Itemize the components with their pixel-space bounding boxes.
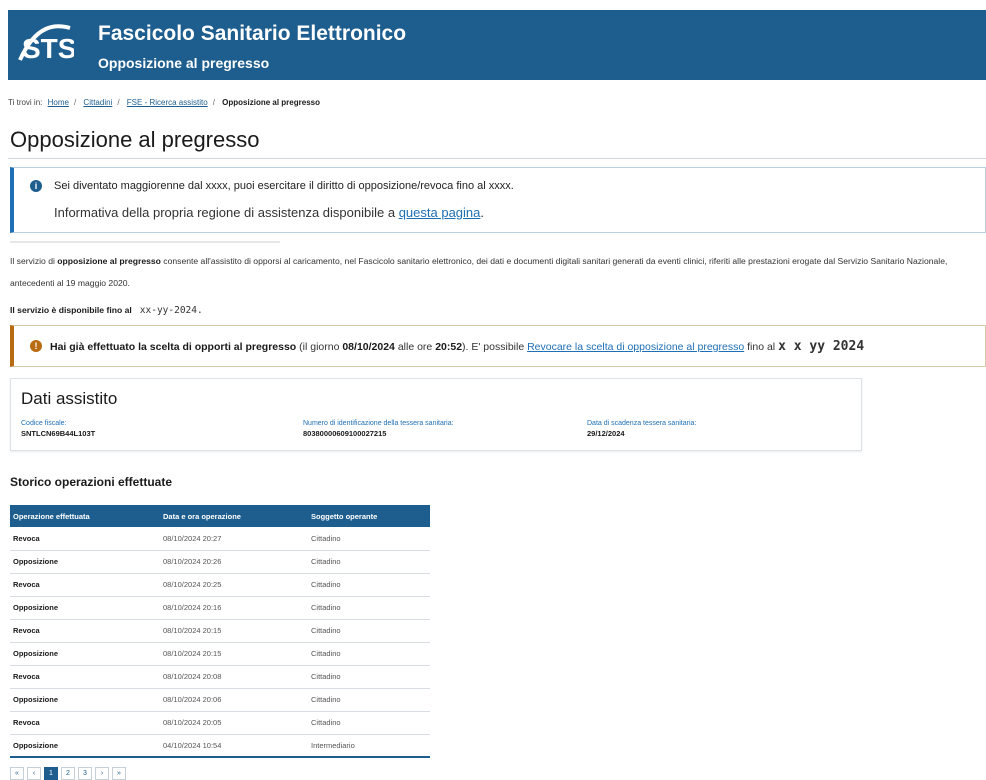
warning-alert-text: Hai già effettuato la scelta di opporti … (50, 339, 865, 354)
soggetto-cell: Cittadino (308, 665, 430, 689)
app-header: STS Fascicolo Sanitario Elettronico Oppo… (8, 10, 986, 80)
breadcrumb-ricerca-link[interactable]: FSE - Ricerca assistito (127, 98, 208, 107)
operazione-cell: Opposizione (10, 734, 160, 758)
soggetto-cell: Intermediario (308, 734, 430, 758)
revoca-scelta-link[interactable]: Revocare la scelta di opposizione al pre… (527, 341, 744, 353)
service-availability: Il servizio è disponibile fino al xx-yy-2… (10, 305, 203, 316)
page-1-button[interactable]: 1 (44, 767, 58, 780)
prev-page-button[interactable]: ‹ (27, 767, 41, 780)
breadcrumb-current: Opposizione al pregresso (222, 98, 320, 107)
breadcrumb: Ti trovi in: Home / Cittadini / FSE - Rice… (8, 98, 320, 107)
table-row: Opposizione 08/10/2024 20:15 Cittadino (10, 642, 430, 666)
data-ora-cell: 08/10/2024 20:25 (160, 573, 308, 597)
page-2-button[interactable]: 2 (61, 767, 75, 780)
last-page-button[interactable]: » (112, 767, 126, 780)
first-page-button[interactable]: « (10, 767, 24, 780)
dati-assistito-card: Dati assistito Codice fiscale: SNTLCN69B… (10, 378, 862, 451)
sts-logo-icon: STS (18, 24, 74, 64)
table-row: Revoca 08/10/2024 20:05 Cittadino (10, 711, 430, 735)
soggetto-cell: Cittadino (308, 573, 430, 597)
table-row: Revoca 08/10/2024 20:27 Cittadino (10, 527, 430, 551)
operazione-cell: Revoca (10, 711, 160, 735)
operazione-cell: Revoca (10, 665, 160, 689)
breadcrumb-prefix: Ti trovi in: (8, 98, 43, 107)
availability-date: xx-yy-2024. (139, 305, 203, 316)
logo-text: STS (22, 33, 74, 64)
info-alert-informativa: Informativa della propria regione di ass… (54, 205, 485, 220)
header-title: Fascicolo Sanitario Elettronico (98, 22, 407, 45)
info-alert-text: Sei diventato maggiorenne dal xxxx, puoi… (54, 180, 514, 192)
soggetto-cell: Cittadino (308, 550, 430, 574)
column-header: Operazione effettuata (10, 505, 160, 527)
data-ora-cell: 08/10/2024 20:05 (160, 711, 308, 735)
soggetto-cell: Cittadino (308, 688, 430, 712)
operazione-cell: Revoca (10, 527, 160, 551)
questa-pagina-link[interactable]: questa pagina (399, 205, 481, 220)
warning-deadline: x x yy 2024 (778, 339, 865, 354)
soggetto-cell: Cittadino (308, 527, 430, 551)
operazione-cell: Opposizione (10, 550, 160, 574)
data-ora-cell: 04/10/2024 10:54 (160, 734, 308, 758)
data-ora-cell: 08/10/2024 20:15 (160, 642, 308, 666)
pagination: « ‹ 1 2 3 › » (10, 767, 126, 780)
table-row: Opposizione 08/10/2024 20:26 Cittadino (10, 550, 430, 574)
page-title: Opposizione al pregresso (10, 127, 260, 152)
table-header-row: Operazione effettuata Data e ora operazi… (10, 505, 430, 527)
tessera-numero-field: Numero di identificazione della tessera … (303, 420, 454, 438)
header-subtitle: Opposizione al pregresso (98, 55, 270, 71)
data-ora-cell: 08/10/2024 20:26 (160, 550, 308, 574)
operazione-cell: Opposizione (10, 642, 160, 666)
warning-alert: ! Hai già effettuato la scelta di opport… (10, 325, 986, 367)
data-ora-cell: 08/10/2024 20:08 (160, 665, 308, 689)
table-row: Opposizione 04/10/2024 10:54 Intermediario (10, 734, 430, 758)
warning-icon: ! (30, 340, 42, 352)
page-3-button[interactable]: 3 (78, 767, 92, 780)
column-header: Data e ora operazione (160, 505, 308, 527)
table-row: Opposizione 08/10/2024 20:16 Cittadino (10, 596, 430, 620)
operazione-cell: Opposizione (10, 688, 160, 712)
breadcrumb-cittadini-link[interactable]: Cittadini (83, 98, 112, 107)
breadcrumb-home-link[interactable]: Home (48, 98, 69, 107)
data-ora-cell: 08/10/2024 20:15 (160, 619, 308, 643)
divider (10, 241, 280, 243)
table-row: Revoca 08/10/2024 20:15 Cittadino (10, 619, 430, 643)
table-row: Revoca 08/10/2024 20:08 Cittadino (10, 665, 430, 689)
title-divider (8, 158, 986, 159)
table-row: Opposizione 08/10/2024 20:06 Cittadino (10, 688, 430, 712)
soggetto-cell: Cittadino (308, 711, 430, 735)
column-header: Soggetto operante (308, 505, 430, 527)
soggetto-cell: Cittadino (308, 619, 430, 643)
availability-label: Il servizio è disponibile fino al (10, 305, 132, 315)
soggetto-cell: Cittadino (308, 642, 430, 666)
operazione-cell: Revoca (10, 573, 160, 597)
info-alert: i Sei diventato maggiorenne dal xxxx, pu… (10, 167, 986, 233)
operazione-cell: Revoca (10, 619, 160, 643)
storico-table: Operazione effettuata Data e ora operazi… (10, 505, 430, 758)
operazione-cell: Opposizione (10, 596, 160, 620)
data-ora-cell: 08/10/2024 20:06 (160, 688, 308, 712)
soggetto-cell: Cittadino (308, 596, 430, 620)
info-icon: i (30, 180, 42, 192)
storico-title: Storico operazioni effettuate (10, 475, 173, 489)
codice-fiscale-field: Codice fiscale: SNTLCN69B44L103T (21, 420, 96, 438)
card-title: Dati assistito (21, 389, 118, 408)
data-ora-cell: 08/10/2024 20:27 (160, 527, 308, 551)
service-description: Il servizio di opposizione al pregresso … (10, 256, 948, 288)
data-ora-cell: 08/10/2024 20:16 (160, 596, 308, 620)
table-row: Revoca 08/10/2024 20:25 Cittadino (10, 573, 430, 597)
next-page-button[interactable]: › (95, 767, 109, 780)
tessera-scadenza-field: Data di scadenza tessera sanitaria: 29/1… (587, 420, 697, 438)
